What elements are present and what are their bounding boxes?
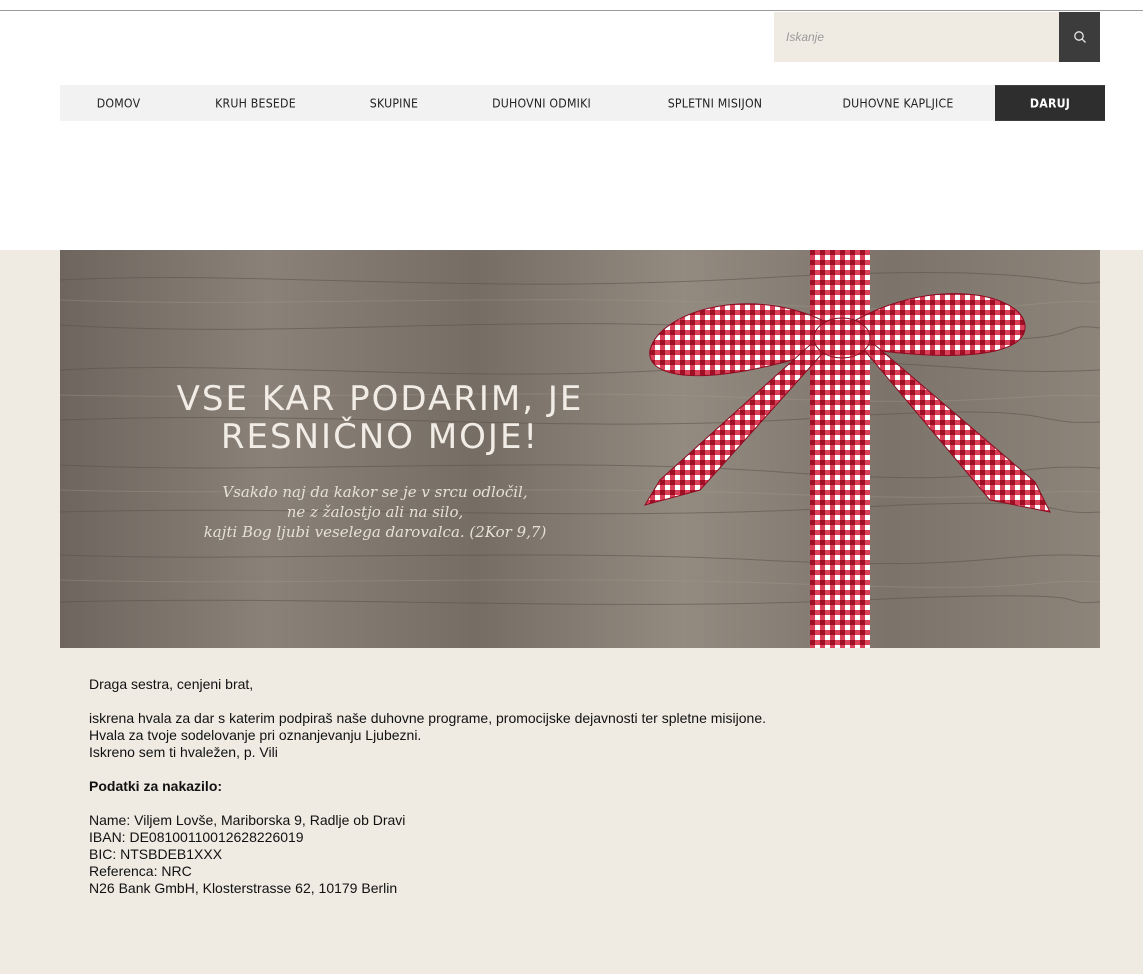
greeting: Draga sestra, cenjeni brat, [89,676,254,692]
banner-title: VSE KAR PODARIM, JE RESNIČNO MOJE! [120,380,640,456]
donation-banner: VSE KAR PODARIM, JE RESNIČNO MOJE! Vsakd… [60,250,1100,648]
thank-you-message: iskrena hvala za dar s katerim podpiraš … [89,710,1089,761]
banner-title-line: RESNIČNO MOJE! [220,417,540,457]
nav-item-skupine[interactable]: SKUPINE [334,85,454,121]
top-divider [0,10,1143,11]
message-line: Hvala za tvoje sodelovanje pri oznanjeva… [89,727,422,743]
nav-item-kruh-besede[interactable]: KRUH BESEDE [177,85,334,121]
nav-item-daruj[interactable]: DARUJ [995,85,1105,121]
payment-details: Name: Viljem Lovše, Mariborska 9, Radlje… [89,812,1089,897]
search-input[interactable] [774,12,1059,62]
banner-title-line: VSE KAR PODARIM, JE [176,379,584,419]
nav-item-duhovne-kapljice[interactable]: DUHOVNE KAPLJICE [801,85,995,121]
payment-bank: N26 Bank GmbH, Klosterstrasse 62, 10179 … [89,880,398,896]
banner-quote-line: Vsakdo naj da kakor se je v srcu odločil… [222,483,528,501]
nav-item-spletni-misijon[interactable]: SPLETNI MISIJON [629,85,801,121]
main-nav: DOMOV KRUH BESEDE SKUPINE DUHOVNI ODMIKI… [60,85,1105,121]
banner-quote: Vsakdo naj da kakor se je v srcu odločil… [110,482,640,542]
search-button[interactable] [1059,12,1100,62]
payment-name: Name: Viljem Lovše, Mariborska 9, Radlje… [89,812,406,828]
payment-bic: BIC: NTSBDEB1XXX [89,846,223,862]
payment-reference: Referenca: NRC [89,863,192,879]
payment-details-heading: Podatki za nakazilo: [89,778,223,794]
nav-item-domov[interactable]: DOMOV [60,85,177,121]
donation-text: Draga sestra, cenjeni brat, iskrena hval… [89,676,1089,914]
search-icon [1073,31,1086,43]
message-line: Iskreno sem ti hvaležen, p. Vili [89,744,278,760]
banner-quote-line: ne z žalostjo ali na silo, [286,503,464,521]
message-line: iskrena hvala za dar s katerim podpiraš … [89,710,767,726]
banner-quote-line: kajti Bog ljubi veselega darovalca. (2Ko… [203,523,547,541]
payment-iban: IBAN: DE08100110012628226019 [89,829,304,845]
search-bar [774,12,1100,62]
nav-item-duhovni-odmiki[interactable]: DUHOVNI ODMIKI [454,85,629,121]
